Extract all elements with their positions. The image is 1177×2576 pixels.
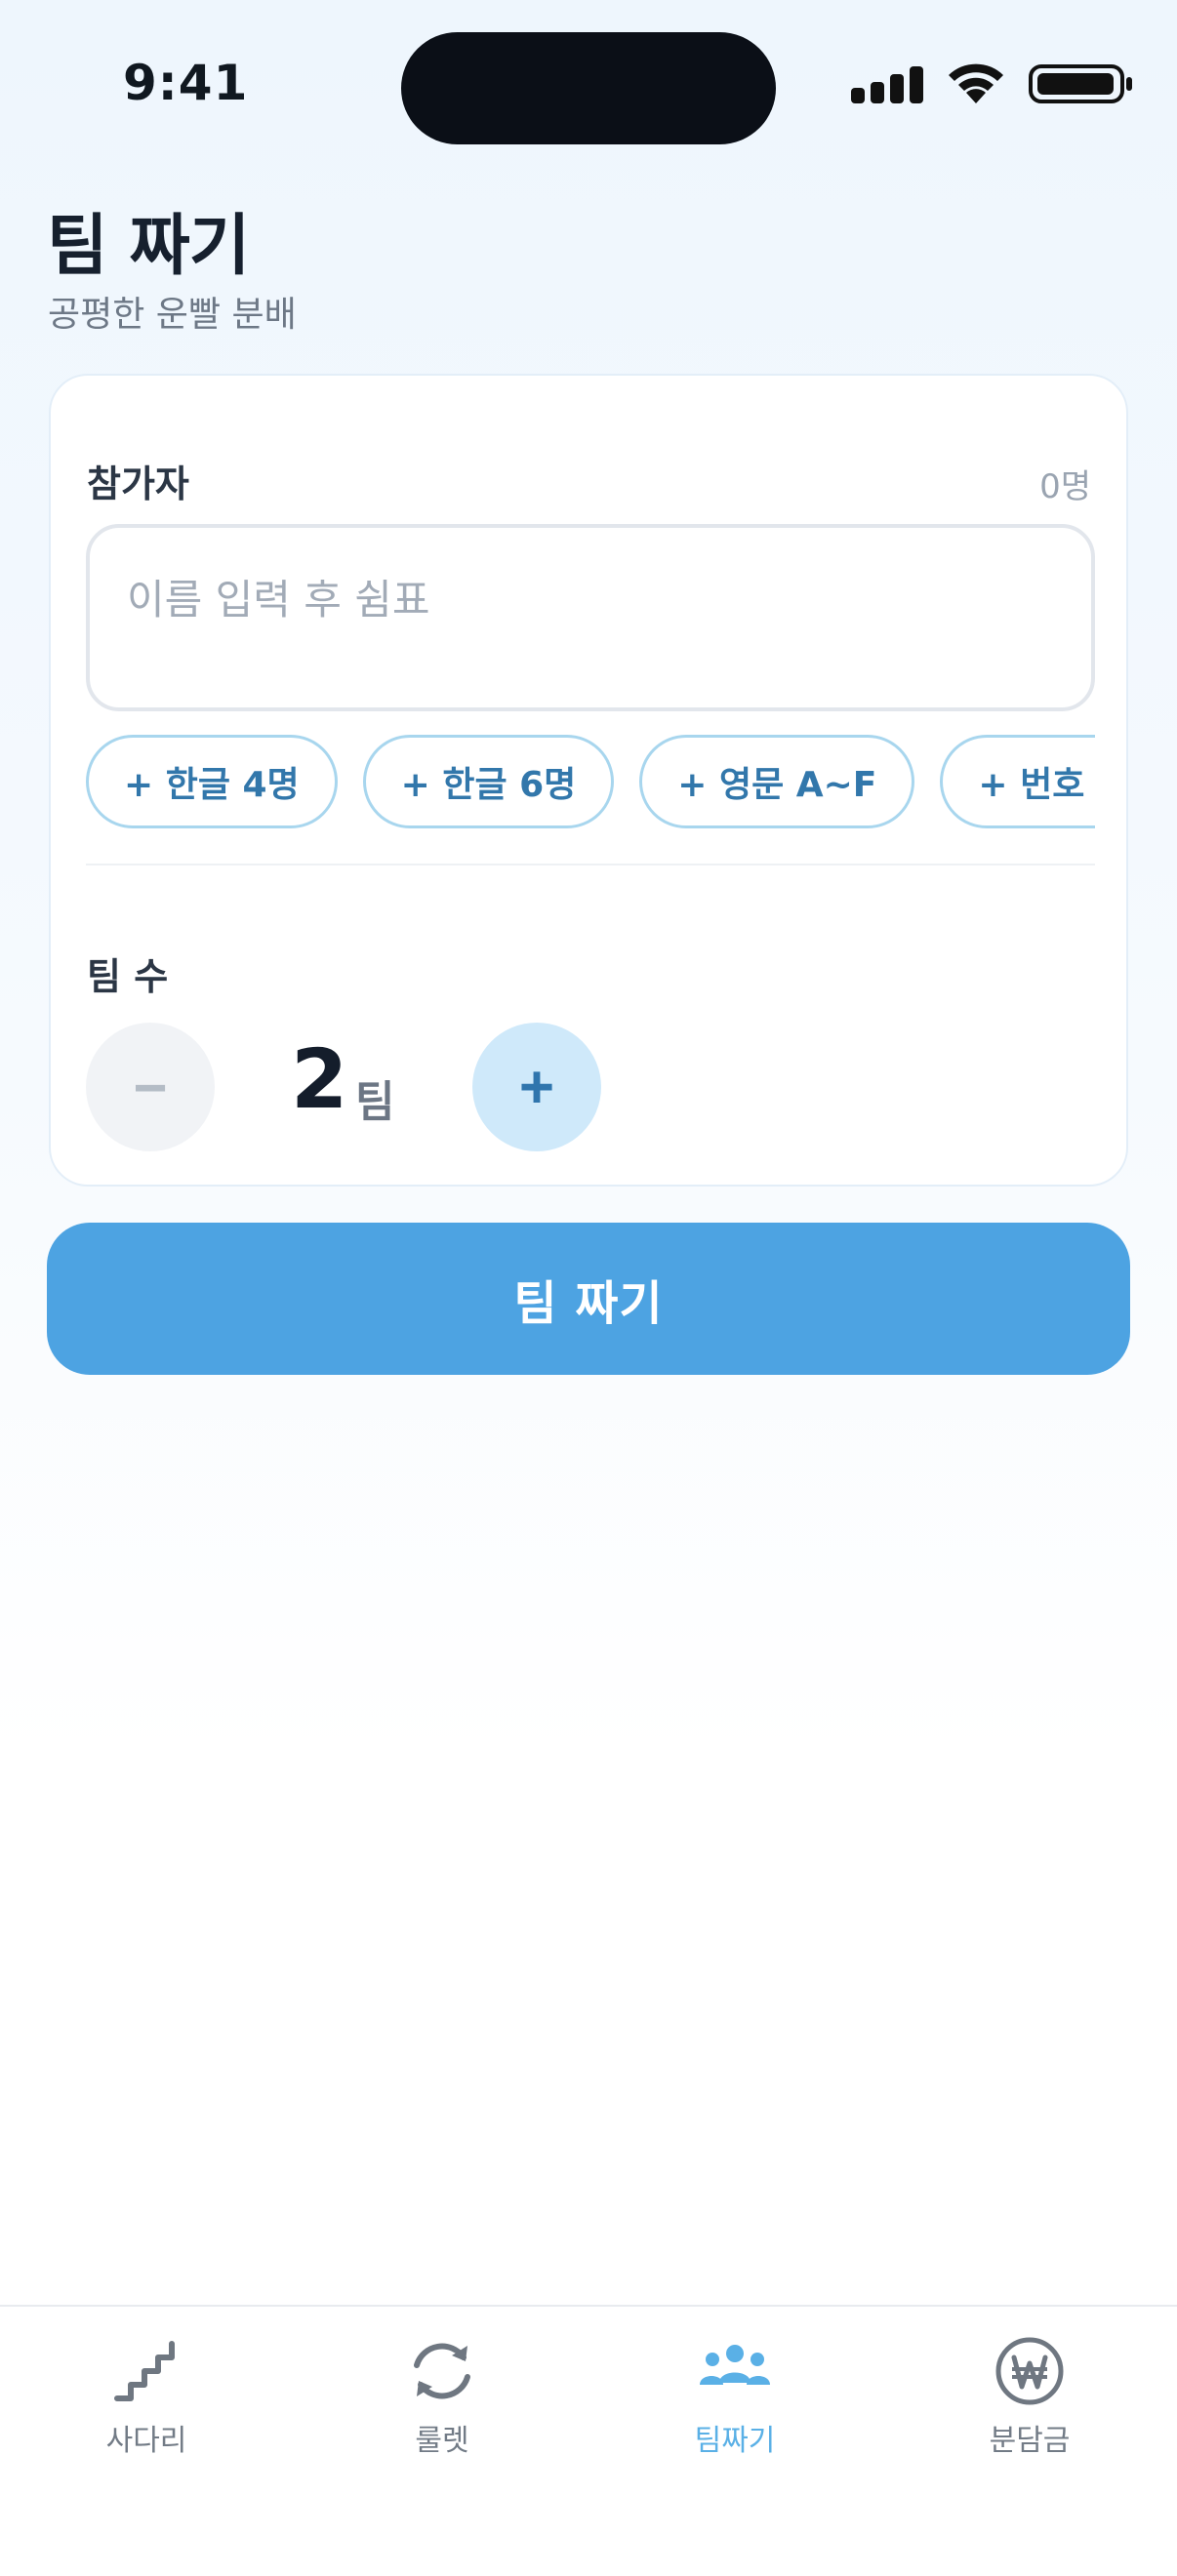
- tab-roulette[interactable]: 룰렛: [325, 2326, 559, 2458]
- tab-roulette-label: 룰렛: [415, 2424, 469, 2458]
- tab-split-cost-label: 분담금: [989, 2424, 1071, 2458]
- preset-numbers-button[interactable]: + 번호 1~: [940, 735, 1095, 828]
- participants-count: 0명: [1039, 467, 1091, 506]
- dynamic-island: [401, 32, 776, 144]
- tab-ladder-label: 사다리: [105, 2424, 187, 2458]
- team-count-label: 팀 수: [87, 955, 169, 998]
- divider: [86, 864, 1095, 865]
- status-bar: 9:41: [0, 0, 1177, 156]
- tab-team-label: 팀짜기: [694, 2424, 776, 2458]
- roulette-icon: [414, 2343, 470, 2399]
- team-icon: [700, 2345, 770, 2385]
- preset-chips: + 한글 4명 + 한글 6명 + 영문 A~F + 번호 1~: [86, 735, 1095, 832]
- increase-team-button[interactable]: +: [472, 1023, 601, 1151]
- ladder-icon: [114, 2341, 175, 2401]
- participants-label: 참가자: [87, 463, 189, 505]
- tab-split-cost[interactable]: 분담금: [913, 2326, 1147, 2458]
- tab-bar: 사다리 룰렛 팀짜기 분담금: [0, 2305, 1177, 2576]
- team-count-unit: 팀: [355, 1077, 395, 1127]
- preset-korean-4-button[interactable]: + 한글 4명: [86, 735, 338, 828]
- tab-team[interactable]: 팀짜기: [618, 2326, 852, 2458]
- preset-english-a-f-button[interactable]: + 영문 A~F: [639, 735, 915, 828]
- page-subtitle: 공평한 운빨 분배: [48, 295, 297, 335]
- page-title: 팀 짜기: [47, 208, 250, 285]
- wifi-icon: [949, 63, 1003, 103]
- status-time: 9:41: [123, 55, 249, 111]
- team-count-value: 2: [291, 1031, 348, 1127]
- team-settings-card: 참가자 0명 + 한글 4명 + 한글 6명 + 영문 A~F + 번호 1~ …: [49, 374, 1128, 1187]
- battery-icon: [1029, 64, 1132, 103]
- participant-names-input[interactable]: [86, 524, 1095, 711]
- won-icon: [995, 2337, 1064, 2405]
- preset-korean-6-button[interactable]: + 한글 6명: [362, 735, 615, 828]
- decrease-team-button[interactable]: −: [86, 1023, 215, 1151]
- make-teams-button[interactable]: 팀 짜기: [47, 1223, 1130, 1375]
- cellular-signal-icon: [851, 64, 925, 103]
- tab-ladder[interactable]: 사다리: [29, 2326, 264, 2458]
